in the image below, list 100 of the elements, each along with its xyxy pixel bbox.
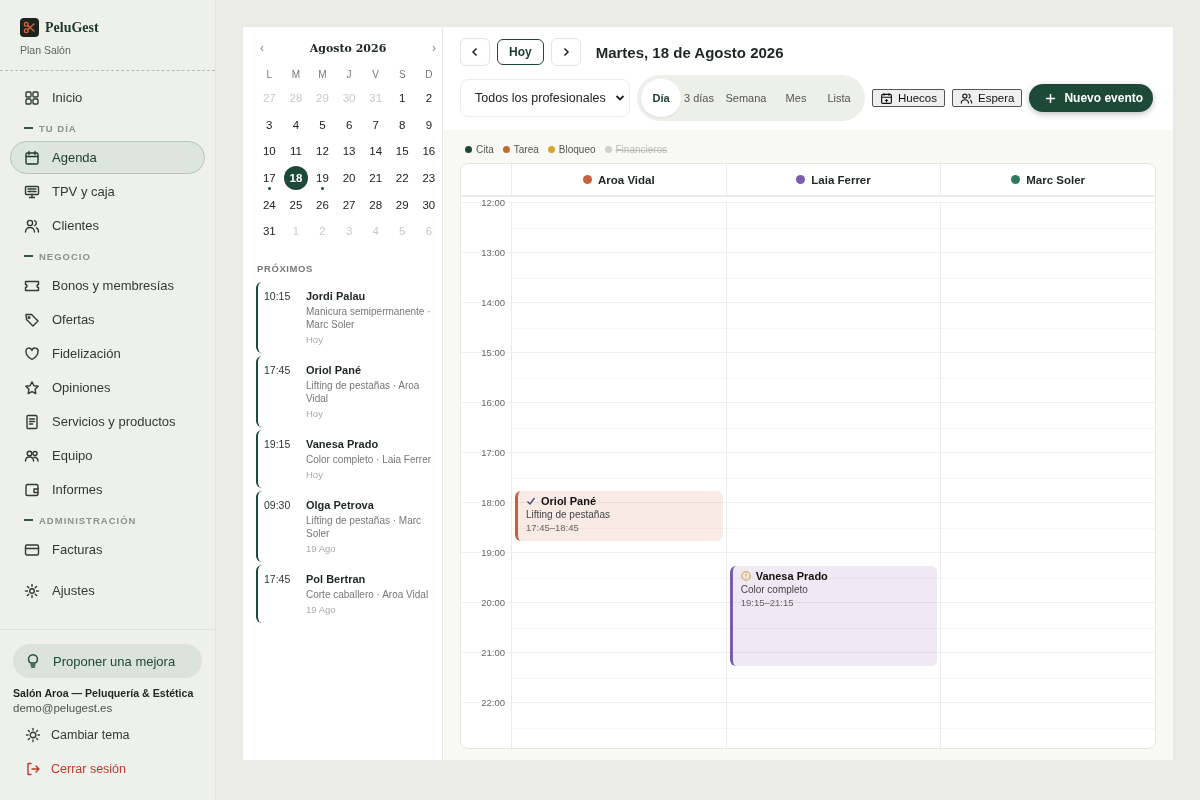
calendar-day[interactable]: 5 xyxy=(310,112,335,137)
new-event-button[interactable]: Nuevo evento xyxy=(1029,84,1154,112)
weekday-label: S xyxy=(397,67,407,82)
gear-icon xyxy=(24,582,40,599)
calendar-day[interactable]: 16 xyxy=(416,139,441,164)
nav-item[interactable]: Servicios y productos xyxy=(10,405,205,438)
calendar-day[interactable]: 18 xyxy=(283,166,308,191)
calendar-day[interactable]: 7 xyxy=(363,112,388,137)
calendar-day[interactable]: 9 xyxy=(416,112,441,137)
calendar-day[interactable]: 26 xyxy=(310,192,335,217)
today-button[interactable]: Hoy xyxy=(497,39,544,65)
upcoming-item[interactable]: 09:30 Olga Petrova Lifting de pestañas · Marc Soler 19 Ago xyxy=(256,490,439,562)
nav-item[interactable]: Bonos y membresías xyxy=(10,269,205,302)
upcoming-item[interactable]: 17:45 Oriol Pané Lifting de pestañas · Aroa Vidal Hoy xyxy=(256,355,439,427)
calendar-day[interactable]: 14 xyxy=(363,139,388,164)
users-icon xyxy=(960,91,973,105)
view-tab[interactable]: Lista xyxy=(817,79,861,117)
upcoming-item[interactable]: 10:15 Jordi Palau Manicura semipermanente · Marc Soler Hoy xyxy=(256,281,439,353)
next-month-button[interactable]: › xyxy=(432,41,436,55)
grid-icon xyxy=(24,89,40,106)
weekday-label: D xyxy=(424,67,434,82)
weekday-label: M xyxy=(290,67,302,82)
time-range: 17:45–18:45 xyxy=(526,521,580,533)
calendar-day[interactable]: 4 xyxy=(283,112,308,137)
legend-label[interactable]: Cita xyxy=(476,143,494,155)
nav-item[interactable]: Facturas xyxy=(10,533,205,566)
chevron-left-icon xyxy=(471,47,479,57)
nav-item[interactable]: Opiniones xyxy=(10,371,205,404)
nav-item[interactable]: Clientes xyxy=(10,209,205,242)
nav-item[interactable]: Ajustes xyxy=(10,574,205,607)
calendar-day[interactable]: 10 xyxy=(257,139,282,164)
prev-button[interactable] xyxy=(460,38,490,66)
section-heading: NEGOCIO xyxy=(39,250,91,262)
calendar-day[interactable]: 27 xyxy=(337,192,362,217)
hour-label: 18:00 xyxy=(481,497,505,508)
calendar-day[interactable]: 25 xyxy=(283,192,308,217)
legend-label[interactable]: Bloqueo xyxy=(558,143,596,155)
calendar-day[interactable]: 21 xyxy=(363,166,388,191)
waitlist-button[interactable]: Espera xyxy=(952,89,1023,107)
upcoming-item[interactable]: 19:15 Vanesa Prado Color completo · Laia Ferrer Hoy xyxy=(256,429,439,488)
calendar-day[interactable]: 17 xyxy=(257,166,282,191)
hour-label: 15:00 xyxy=(481,347,505,358)
calendar-day[interactable]: 2 xyxy=(416,86,441,111)
weekday-label: J xyxy=(345,67,353,82)
logout-button[interactable]: Cerrar sesión xyxy=(13,752,202,786)
column-header: Laia Ferrer xyxy=(811,173,871,186)
weekday-label: M xyxy=(317,67,328,82)
appointment-card[interactable]: Oriol Pané Lifting de pestañas 17:45–18:45 xyxy=(515,490,723,541)
calendar-day[interactable]: 29 xyxy=(390,192,415,217)
client-name: Oriol Pané xyxy=(541,494,597,507)
calendar-day[interactable]: 15 xyxy=(390,139,415,164)
logout-icon xyxy=(25,761,41,777)
calendar-day[interactable]: 30 xyxy=(416,192,441,217)
prev-month-button[interactable]: ‹ xyxy=(260,41,264,55)
calendar-day[interactable]: 3 xyxy=(257,112,282,137)
calendar-day[interactable]: 12 xyxy=(310,139,335,164)
nav-item[interactable]: Fidelización xyxy=(10,337,205,370)
calendar-day[interactable]: 24 xyxy=(257,192,282,217)
calendar-day[interactable]: 11 xyxy=(283,139,308,164)
section-heading: ADMINISTRACIÓN xyxy=(39,514,137,526)
theme-button[interactable]: Cambiar tema xyxy=(13,718,202,752)
calendar-day[interactable]: 6 xyxy=(337,112,362,137)
nav-item[interactable]: Equipo xyxy=(10,439,205,472)
calendar-day[interactable]: 23 xyxy=(416,166,441,191)
account-name: Salón Aroa — Peluquería & Estética xyxy=(13,687,195,699)
view-tab[interactable]: Semana xyxy=(717,79,775,117)
nav-item[interactable]: Informes xyxy=(10,473,205,506)
hour-label: 14:00 xyxy=(481,297,505,308)
month-title: Agosto 2026 xyxy=(309,41,387,55)
scissors-icon xyxy=(20,18,39,37)
legend-label[interactable]: Tarea xyxy=(513,143,539,155)
professional-select[interactable]: Todos los profesionales xyxy=(460,79,630,117)
appointment-card[interactable]: Vanesa Prado Color completo 19:15–21:15 xyxy=(729,565,938,666)
view-tab[interactable]: 3 días xyxy=(681,79,717,117)
view-tab[interactable]: Día xyxy=(641,79,681,117)
nav-item[interactable]: Ofertas xyxy=(10,303,205,336)
plus-icon xyxy=(1045,92,1057,104)
column-header: Marc Soler xyxy=(1026,173,1086,186)
nav-item[interactable]: TPV y caja xyxy=(10,175,205,208)
calendar-day[interactable]: 8 xyxy=(390,112,415,137)
calendar-day[interactable]: 22 xyxy=(390,166,415,191)
lightbulb-icon xyxy=(25,653,41,669)
nav-item[interactable]: Agenda xyxy=(10,141,205,174)
calendar-day[interactable]: 1 xyxy=(390,86,415,111)
calendar-day[interactable]: 19 xyxy=(310,166,335,191)
nav-item[interactable]: Inicio xyxy=(10,81,205,114)
service-name: Color completo xyxy=(740,583,809,595)
users-icon xyxy=(24,217,40,234)
card-icon xyxy=(24,541,40,558)
hour-label: 12:00 xyxy=(481,197,505,208)
gaps-button[interactable]: Huecos xyxy=(872,89,945,107)
calendar-day[interactable]: 28 xyxy=(363,192,388,217)
calendar-day[interactable]: 20 xyxy=(337,166,362,191)
next-button[interactable] xyxy=(550,38,581,66)
upcoming-item[interactable]: 17:45 Pol Bertran Corte caballero · Aroa Vidal 19 Ago xyxy=(256,564,439,623)
heart-icon xyxy=(24,345,40,362)
suggest-button[interactable]: Proponer una mejora xyxy=(13,644,202,678)
view-tab[interactable]: Mes xyxy=(775,79,817,117)
calendar-day[interactable]: 31 xyxy=(257,219,282,244)
calendar-day[interactable]: 13 xyxy=(337,139,362,164)
